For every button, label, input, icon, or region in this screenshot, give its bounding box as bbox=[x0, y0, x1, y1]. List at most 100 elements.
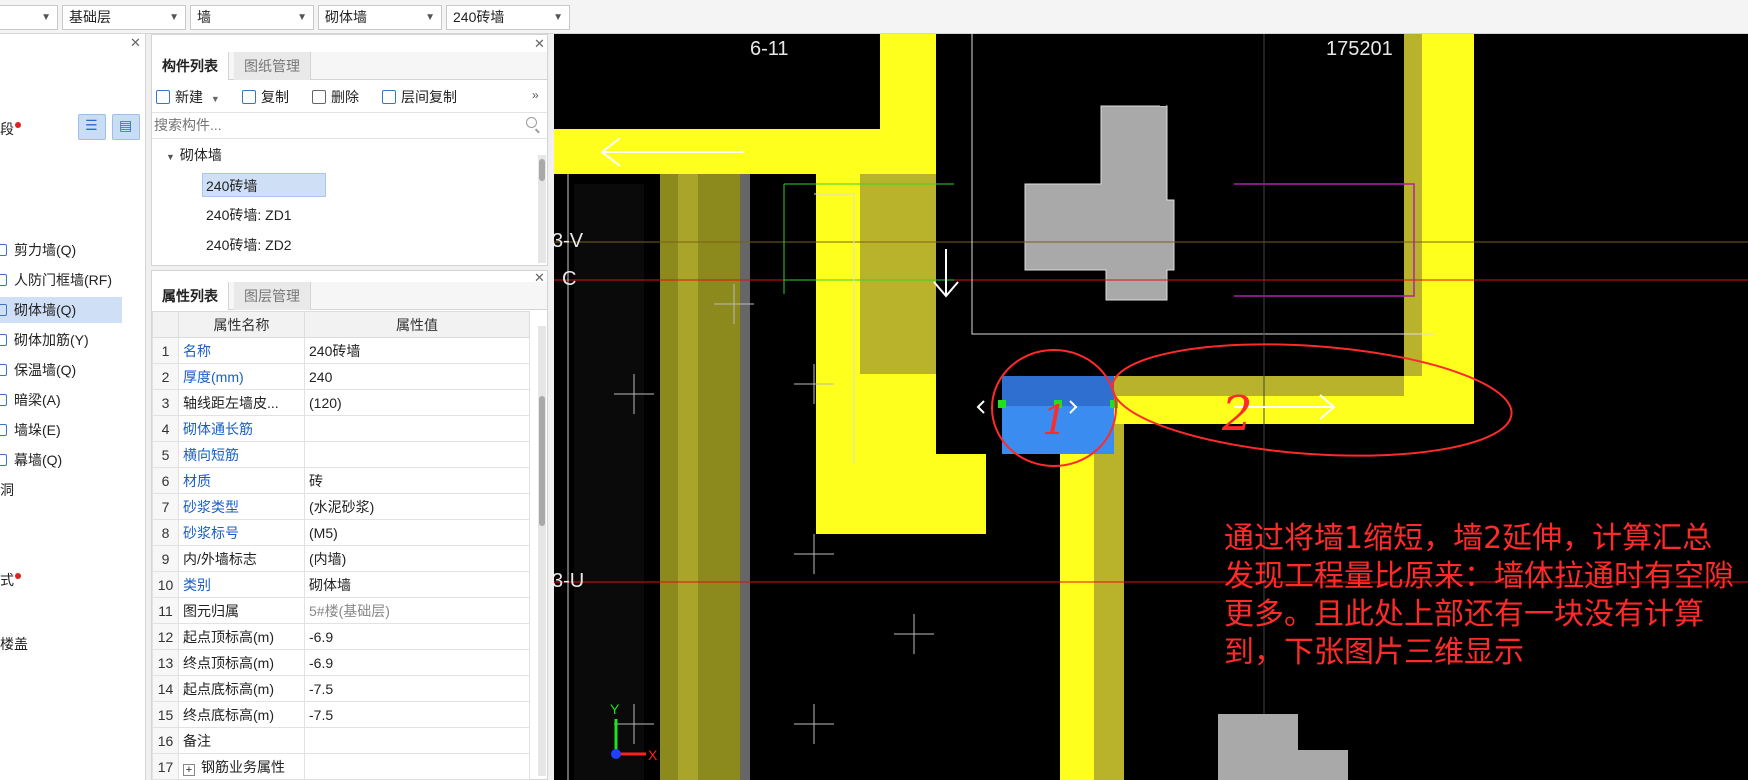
property-row[interactable]: 8 砂浆标号 (M5) bbox=[152, 519, 530, 546]
property-row[interactable]: 10 类别 砌体墙 bbox=[152, 571, 530, 598]
property-row[interactable]: 2 厚度(mm) 240 bbox=[152, 363, 530, 390]
property-row[interactable]: 11 图元归属 5#楼(基础层) bbox=[152, 597, 530, 624]
grey-equipment bbox=[1024, 105, 1175, 301]
property-row[interactable]: 6 材质砖 bbox=[152, 467, 530, 494]
properties-panel: ✕ 属性列表 图层管理 属性名称 属性值 1 名称 240砖墙 2 厚度(mm) 240 3… bbox=[151, 270, 548, 780]
property-value[interactable]: -6.9 bbox=[304, 649, 530, 676]
row-number: 1 bbox=[152, 337, 179, 364]
dropdown-type[interactable]: 砌体墙 ▼ bbox=[318, 5, 442, 30]
search-input[interactable] bbox=[154, 115, 514, 135]
nav-item-insulation-wall[interactable]: 保温墙(Q) bbox=[0, 357, 122, 383]
property-value[interactable]: (M5) bbox=[304, 519, 530, 546]
nav-item-masonry-rebar[interactable]: 砌体加筋(Y) bbox=[0, 327, 122, 353]
copy-button[interactable]: 复制 bbox=[242, 87, 289, 107]
property-value[interactable]: -7.5 bbox=[304, 675, 530, 702]
property-row[interactable]: 12 起点顶标高(m) -6.9 bbox=[152, 623, 530, 650]
tree-group-masonry-wall[interactable]: ▼ 砌体墙 bbox=[166, 143, 222, 167]
property-value[interactable]: 5#楼(基础层) bbox=[304, 597, 530, 624]
tree-item[interactable]: 240砖墙: ZD2 bbox=[206, 233, 292, 257]
close-icon[interactable]: ✕ bbox=[534, 37, 545, 51]
nav-item-floor-cover[interactable]: 楼盖 bbox=[0, 631, 108, 657]
nav-item-opening[interactable]: 洞 bbox=[0, 477, 108, 503]
property-row[interactable]: 5 横向短筋 bbox=[152, 441, 530, 468]
nav-item-segment[interactable]: 段 bbox=[0, 116, 108, 142]
property-row[interactable]: 15 终点底标高(m) -7.5 bbox=[152, 701, 530, 728]
property-name: 类别 bbox=[178, 571, 305, 598]
dropdown-project[interactable]: ▼ bbox=[0, 5, 58, 30]
cad-canvas[interactable]: 1 2 Y X 6-11 175201 3-V C 3-U 通过将墙1缩短，墙2… bbox=[554, 34, 1748, 780]
floor-copy-button[interactable]: 层间复制 bbox=[382, 87, 457, 107]
nav-item-label: 砌体加筋(Y) bbox=[14, 332, 89, 348]
scrollbar-thumb[interactable] bbox=[539, 159, 545, 181]
nav-item-style[interactable]: 式 bbox=[0, 567, 108, 593]
property-value[interactable] bbox=[304, 727, 530, 754]
property-value[interactable]: -7.5 bbox=[304, 701, 530, 728]
row-number: 11 bbox=[152, 597, 179, 624]
tab-property-list[interactable]: 属性列表 bbox=[152, 282, 229, 310]
chevron-down-icon: ▼ bbox=[553, 12, 563, 23]
dropdown-value: 240砖墙 bbox=[453, 9, 505, 25]
annotation-text: 通过将墙1缩短，墙2延伸，计算汇总发现工程量比原来：墙体拉通时有空隙更多。且此处… bbox=[1224, 521, 1734, 670]
floor-copy-label: 层间复制 bbox=[401, 89, 457, 105]
nav-item-hidden-beam[interactable]: 暗梁(A) bbox=[0, 387, 122, 413]
property-row[interactable]: 14 起点底标高(m) -7.5 bbox=[152, 675, 530, 702]
detail-view-button[interactable]: ▤ bbox=[112, 114, 140, 140]
nav-item-civil-defense-wall[interactable]: 人防门框墙(RF) bbox=[0, 267, 122, 293]
nav-item-masonry-wall[interactable]: 砌体墙(Q) bbox=[0, 297, 122, 323]
nav-item-wall-pier[interactable]: 墙垛(E) bbox=[0, 417, 122, 443]
nav-item-label: 人防门框墙(RF) bbox=[14, 272, 112, 288]
property-row[interactable]: 4 砌体通长筋 bbox=[152, 415, 530, 442]
property-row[interactable]: 7 砂浆类型 (水泥砂浆) bbox=[152, 493, 530, 520]
property-row[interactable]: 1 名称 240砖墙 bbox=[152, 337, 530, 364]
row-number: 4 bbox=[152, 415, 179, 442]
tab-drawing-management[interactable]: 图纸管理 bbox=[234, 52, 311, 80]
axis-label-3-v: 3-V bbox=[554, 230, 584, 252]
more-icon[interactable]: » bbox=[532, 88, 539, 102]
property-row[interactable]: 16 备注 bbox=[152, 727, 530, 754]
dropdown-component[interactable]: 240砖墙 ▼ bbox=[446, 5, 570, 30]
property-row[interactable]: 13 终点顶标高(m) -6.9 bbox=[152, 649, 530, 676]
property-value[interactable]: (120) bbox=[304, 389, 530, 416]
scrollbar-thumb[interactable] bbox=[539, 396, 545, 526]
property-value[interactable]: 240 bbox=[304, 363, 530, 390]
row-number: 14 bbox=[152, 675, 179, 702]
tree-item[interactable]: 240砖墙 bbox=[202, 173, 326, 197]
property-name: + 钢筋业务属性 bbox=[178, 753, 305, 780]
nav-item-curtain-wall[interactable]: 幕墙(Q) bbox=[0, 447, 122, 473]
search-icon[interactable] bbox=[526, 117, 537, 128]
property-value[interactable]: (水泥砂浆) bbox=[304, 493, 530, 520]
dropdown-category[interactable]: 墙 ▼ bbox=[190, 5, 314, 30]
expand-icon[interactable]: + bbox=[183, 763, 195, 776]
property-value[interactable]: (内墙) bbox=[304, 545, 530, 572]
delete-button[interactable]: 删除 bbox=[312, 87, 359, 107]
property-value[interactable]: -6.9 bbox=[304, 623, 530, 650]
grey-block bbox=[1218, 714, 1298, 780]
tab-component-list[interactable]: 构件列表 bbox=[152, 52, 229, 80]
close-icon[interactable]: ✕ bbox=[130, 36, 141, 50]
property-row[interactable]: 3 轴线距左墙皮... (120) bbox=[152, 389, 530, 416]
property-value[interactable]: 砖 bbox=[304, 467, 530, 494]
property-value[interactable] bbox=[304, 441, 530, 468]
scrollbar[interactable] bbox=[538, 326, 546, 776]
trash-icon bbox=[312, 90, 326, 104]
property-row[interactable]: 9 内/外墙标志 (内墙) bbox=[152, 545, 530, 572]
scrollbar[interactable] bbox=[538, 155, 546, 263]
tree-item[interactable]: 240砖墙: ZD1 bbox=[206, 203, 292, 227]
property-value[interactable] bbox=[304, 753, 530, 780]
property-value[interactable] bbox=[304, 415, 530, 442]
dropdown-floor[interactable]: 基础层 ▼ bbox=[62, 5, 186, 30]
property-value[interactable]: 砌体墙 bbox=[304, 571, 530, 598]
detail-icon: ▤ bbox=[119, 117, 133, 133]
new-button[interactable]: 新建 ▼ bbox=[156, 87, 220, 107]
ucs-origin bbox=[611, 749, 621, 759]
nav-item-shear-wall[interactable]: 剪力墙(Q) bbox=[0, 237, 122, 263]
wall-top-vertical bbox=[880, 34, 936, 174]
wall-icon bbox=[0, 424, 7, 436]
tab-layer-management[interactable]: 图层管理 bbox=[234, 282, 311, 310]
dropdown-value: 砌体墙 bbox=[325, 9, 367, 25]
property-row[interactable]: 17 + 钢筋业务属性 bbox=[152, 753, 530, 780]
nav-item-label: 保温墙(Q) bbox=[14, 362, 77, 378]
property-value[interactable]: 240砖墙 bbox=[304, 337, 530, 364]
nav-item-label: 墙垛(E) bbox=[14, 422, 61, 438]
chevron-down-icon: ▼ bbox=[169, 12, 179, 23]
